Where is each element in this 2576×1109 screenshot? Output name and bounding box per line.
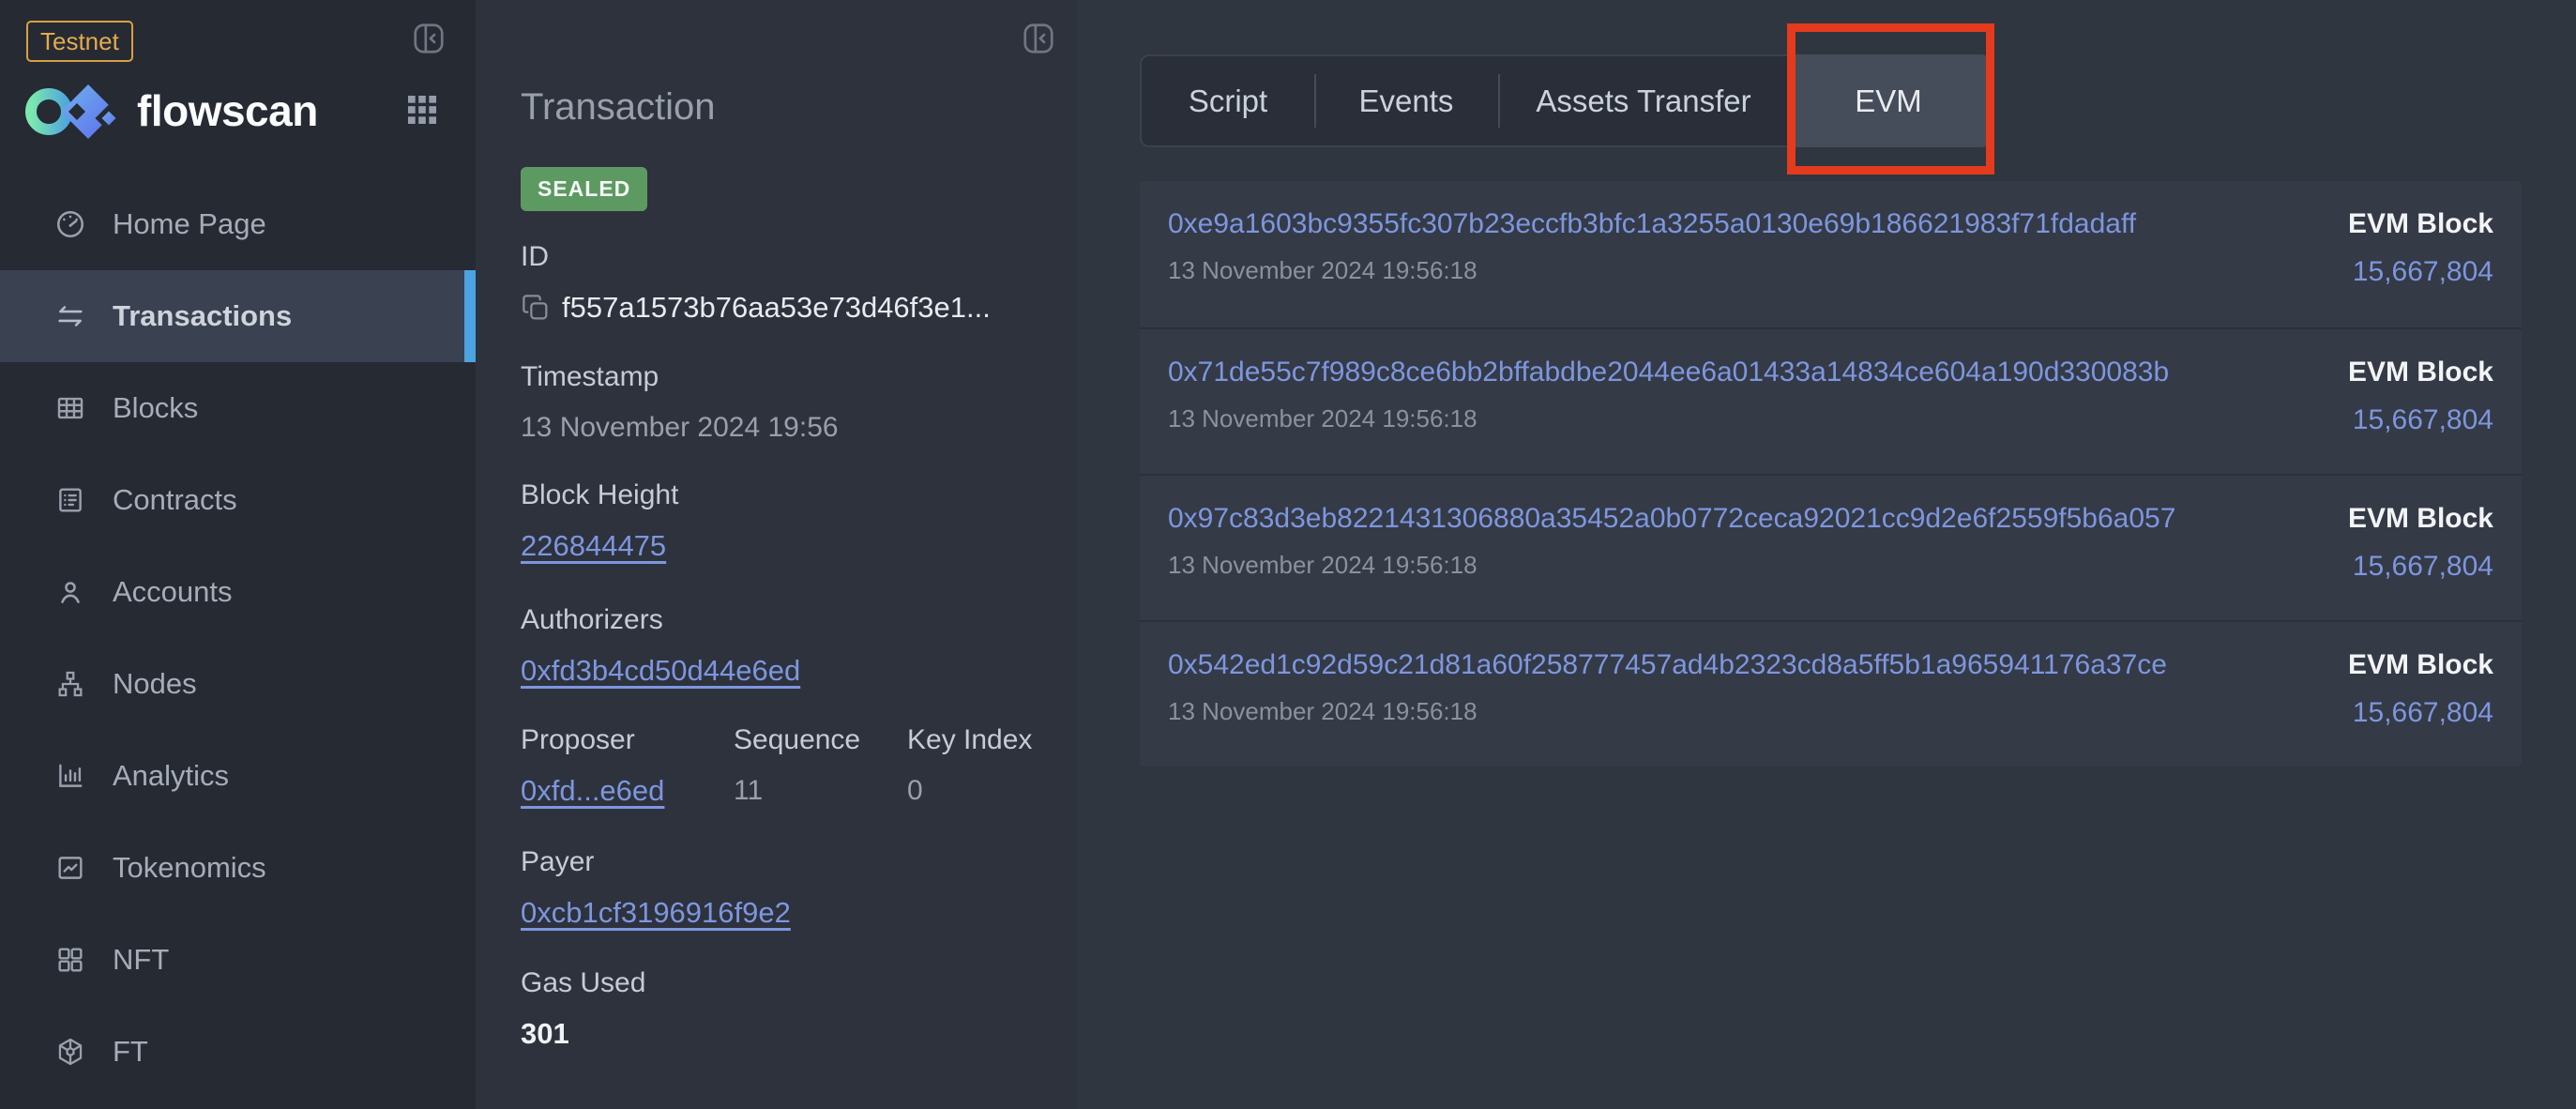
gas-used-label: Gas Used bbox=[521, 966, 645, 1000]
block-height-link[interactable]: 226844475 bbox=[521, 528, 678, 564]
sidebar-item-ft[interactable]: FT bbox=[0, 1006, 476, 1098]
sidebar-item-label: Analytics bbox=[113, 759, 229, 793]
transaction-id-value: f557a1573b76aa53e73d46f3e1... bbox=[562, 290, 991, 326]
flowscan-logo-icon[interactable] bbox=[24, 81, 122, 141]
evm-block-label: EVM Block bbox=[2348, 502, 2493, 536]
sidebar-item-blocks[interactable]: Blocks bbox=[0, 362, 476, 454]
field-block-height: Block Height 226844475 bbox=[521, 479, 678, 564]
gauge-icon bbox=[54, 208, 86, 240]
evm-tx-timestamp: 13 November 2024 19:56:18 bbox=[1168, 697, 2167, 726]
evm-row-0x71de55c7f989c8ce6bb2bffabd: 0x71de55c7f989c8ce6bb2bffabdbe2044ee6a01… bbox=[1140, 327, 2522, 474]
sidebar-item-analytics[interactable]: Analytics bbox=[0, 730, 476, 822]
apps-grid-icon[interactable] bbox=[403, 91, 441, 129]
evm-block-label: EVM Block bbox=[2348, 207, 2493, 241]
field-gas-used: Gas Used 301 bbox=[521, 966, 645, 1052]
tab-events[interactable]: Events bbox=[1314, 56, 1498, 145]
sidebar-item-nodes[interactable]: Nodes bbox=[0, 638, 476, 730]
evm-row-0x97c83d3eb8221431306880a354: 0x97c83d3eb8221431306880a35452a0b0772cec… bbox=[1140, 474, 2522, 620]
evm-block-label: EVM Block bbox=[2348, 356, 2493, 389]
payer-address-link[interactable]: 0xcb1cf3196916f9e2 bbox=[521, 895, 791, 931]
id-label: ID bbox=[521, 240, 991, 274]
sidebar-item-label: Transactions bbox=[113, 299, 292, 333]
panel-title: Transaction bbox=[521, 86, 716, 129]
sidebar-item-label: FT bbox=[113, 1035, 148, 1069]
evm-tx-hash-link[interactable]: 0x542ed1c92d59c21d81a60f258777457ad4b232… bbox=[1168, 648, 2167, 682]
tab-assets-transfer[interactable]: Assets Transfer bbox=[1498, 56, 1789, 145]
brand-row: flowscan bbox=[24, 81, 452, 141]
network-badge: Testnet bbox=[26, 21, 133, 62]
tab-evm[interactable]: EVM bbox=[1787, 54, 1990, 147]
sidebar-item-label: Blocks bbox=[113, 391, 198, 425]
evm-block-number-link[interactable]: 15,667,804 bbox=[2348, 404, 2493, 436]
tab-label: Script bbox=[1189, 84, 1267, 119]
sidebar-item-label: Contracts bbox=[113, 483, 237, 517]
evm-block-number-link[interactable]: 15,667,804 bbox=[2348, 256, 2493, 288]
evm-tx-hash-link[interactable]: 0xe9a1603bc9355fc307b23eccfb3bfc1a3255a0… bbox=[1168, 207, 2136, 241]
sidebar-item-label: NFT bbox=[113, 943, 169, 977]
key-index-label: Key Index bbox=[907, 723, 1032, 757]
timestamp-value: 13 November 2024 19:56 bbox=[521, 410, 839, 446]
sidebar-item-accounts[interactable]: Accounts bbox=[0, 546, 476, 638]
block-height-label: Block Height bbox=[521, 479, 678, 512]
field-id: ID f557a1573b76aa53e73d46f3e1... bbox=[521, 240, 991, 326]
sidebar-item-label: Tokenomics bbox=[113, 851, 266, 885]
sidebar-item-label: Home Page bbox=[113, 207, 266, 241]
evm-row-0x542ed1c92d59c21d81a60f2587: 0x542ed1c92d59c21d81a60f258777457ad4b232… bbox=[1140, 620, 2522, 767]
transaction-tabs: Script Events Assets Transfer EVM bbox=[1140, 54, 1990, 147]
sidebar-item-label: Accounts bbox=[113, 575, 233, 609]
sequence-value: 11 bbox=[734, 773, 907, 809]
evm-row-0xe9a1603bc9355fc307b23eccfb: 0xe9a1603bc9355fc307b23eccfb3bfc1a3255a0… bbox=[1140, 181, 2522, 327]
panel-collapse-icon[interactable] bbox=[1021, 21, 1056, 56]
copy-icon[interactable] bbox=[521, 293, 551, 323]
brand-name[interactable]: flowscan bbox=[137, 85, 318, 136]
field-timestamp: Timestamp 13 November 2024 19:56 bbox=[521, 360, 839, 446]
evm-tx-hash-link[interactable]: 0x71de55c7f989c8ce6bb2bffabdbe2044ee6a01… bbox=[1168, 356, 2169, 389]
proposer-address-link[interactable]: 0xfd...e6ed bbox=[521, 773, 734, 809]
sidebar-item-contracts[interactable]: Contracts bbox=[0, 454, 476, 546]
field-authorizers: Authorizers 0xfd3b4cd50d44e6ed bbox=[521, 603, 800, 689]
transaction-panel: Transaction SEALED ID f557a1573b76aa53e7… bbox=[476, 0, 1077, 1109]
timestamp-label: Timestamp bbox=[521, 360, 839, 394]
tab-label: Assets Transfer bbox=[1536, 84, 1750, 119]
gas-used-value: 301 bbox=[521, 1016, 645, 1052]
sequence-label: Sequence bbox=[734, 723, 907, 757]
sidebar-item-transactions[interactable]: Transactions bbox=[0, 270, 476, 362]
evm-transactions-list: 0xe9a1603bc9355fc307b23eccfb3bfc1a3255a0… bbox=[1140, 181, 2522, 767]
tab-label: EVM bbox=[1855, 84, 1922, 119]
line-chart-icon bbox=[54, 852, 86, 884]
evm-tx-timestamp: 13 November 2024 19:56:18 bbox=[1168, 551, 2175, 580]
evm-tx-timestamp: 13 November 2024 19:56:18 bbox=[1168, 256, 2136, 285]
key-index-value: 0 bbox=[907, 773, 1032, 809]
tab-label: Events bbox=[1359, 84, 1454, 119]
sidebar-item-tokenomics[interactable]: Tokenomics bbox=[0, 822, 476, 914]
field-payer: Payer 0xcb1cf3196916f9e2 bbox=[521, 845, 791, 931]
squares-grid-icon bbox=[54, 944, 86, 976]
sidebar-collapse-icon[interactable] bbox=[411, 21, 447, 56]
bar-chart-icon bbox=[54, 760, 86, 792]
person-icon bbox=[54, 576, 86, 608]
cube-icon bbox=[54, 1036, 86, 1068]
field-proposer-row: Proposer 0xfd...e6ed Sequence 11 Key Ind… bbox=[521, 723, 1032, 809]
evm-tx-timestamp: 13 November 2024 19:56:18 bbox=[1168, 404, 2169, 433]
document-list-icon bbox=[54, 484, 86, 516]
evm-tx-hash-link[interactable]: 0x97c83d3eb8221431306880a35452a0b0772cec… bbox=[1168, 502, 2175, 536]
sidebar-nav: Home Page Transactions Blocks Contracts … bbox=[0, 178, 476, 1098]
table-grid-icon bbox=[54, 392, 86, 424]
payer-label: Payer bbox=[521, 845, 791, 879]
evm-block-label: EVM Block bbox=[2348, 648, 2493, 682]
sidebar: Testnet flowscan Home Page bbox=[0, 0, 476, 1109]
transfer-arrows-icon bbox=[54, 300, 86, 332]
authorizers-label: Authorizers bbox=[521, 603, 800, 637]
network-nodes-icon bbox=[54, 668, 86, 700]
tab-script[interactable]: Script bbox=[1142, 56, 1314, 145]
status-badge: SEALED bbox=[521, 167, 647, 211]
authorizer-address-link[interactable]: 0xfd3b4cd50d44e6ed bbox=[521, 653, 800, 689]
proposer-label: Proposer bbox=[521, 723, 734, 757]
main-content: Script Events Assets Transfer EVM 0xe9a1… bbox=[1077, 0, 2576, 1109]
sidebar-item-label: Nodes bbox=[113, 667, 197, 701]
evm-block-number-link[interactable]: 15,667,804 bbox=[2348, 697, 2493, 729]
sidebar-item-nft[interactable]: NFT bbox=[0, 914, 476, 1006]
sidebar-item-home-page[interactable]: Home Page bbox=[0, 178, 476, 270]
evm-block-number-link[interactable]: 15,667,804 bbox=[2348, 551, 2493, 583]
